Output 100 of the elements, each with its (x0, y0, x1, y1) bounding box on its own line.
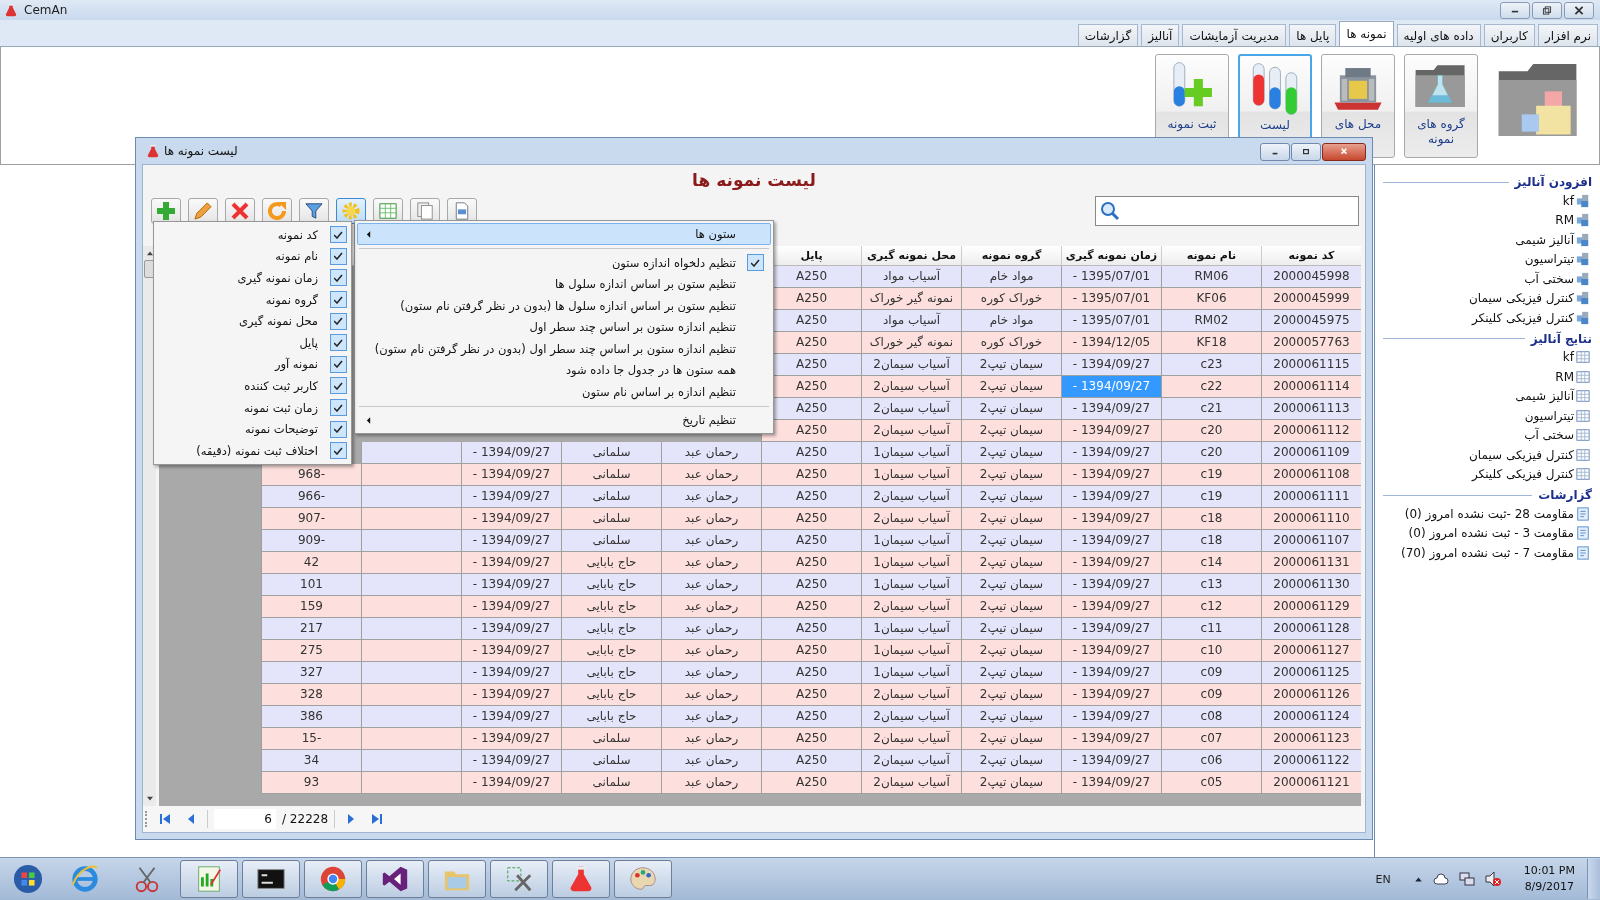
table-cell: سیمان تیپ2 (961, 463, 1061, 486)
table-cell: رحمان عبد (661, 771, 761, 794)
sidebar-link[interactable]: آنالیز شیمی (1383, 230, 1592, 250)
table-cell: حاج بابایی (561, 573, 661, 596)
table-cell: سلمانی (561, 507, 661, 530)
menu-item[interactable]: پایل (158, 331, 347, 354)
table-cell: - 1394/09/27 (461, 441, 561, 464)
menu-item[interactable]: اختلاف ثبت نمونه (دقیقه) (158, 439, 347, 462)
table-cell: c11 (1161, 617, 1261, 640)
table-cell: c23 (1161, 353, 1261, 376)
sidebar-link[interactable]: سختی آب (1383, 269, 1592, 289)
table-cell: رحمان عبد (661, 617, 761, 640)
sidebar-link[interactable]: kf (1383, 347, 1592, 367)
table-cell: سیمان تیپ2 (961, 573, 1061, 596)
table-cell: KF18 (1161, 331, 1261, 354)
table-cell: سلمانی (561, 463, 661, 486)
table-cell: آسیاب سیمان2 (861, 749, 961, 772)
table-cell: - 1394/09/27 (1061, 375, 1161, 398)
table-cell: آسیاب سیمان2 (861, 419, 961, 442)
tab[interactable]: پایل ها (1289, 24, 1337, 46)
table-cell: A250 (761, 441, 861, 464)
ribbon-button[interactable]: گروه های نمونه (1404, 54, 1478, 158)
clock-date[interactable]: 8/9/2017 (1524, 879, 1575, 895)
tab[interactable]: مدیریت آزمایشات (1182, 24, 1287, 46)
sidebar-link[interactable]: مقاومت 3 - ثبت نشده امروز (0) (1383, 523, 1592, 543)
tab[interactable]: کاربران (1483, 24, 1535, 46)
language-indicator[interactable]: EN (1375, 872, 1391, 886)
sidebar-link[interactable]: مقاومت 7 - ثبت نشده امروز (70) (1383, 543, 1592, 563)
sidebar-link[interactable]: آنالیز شیمی (1383, 386, 1592, 406)
table-cell: 2000045999 (1261, 287, 1361, 310)
sidebar-link[interactable]: RM (1383, 367, 1592, 387)
table-cell: - 1394/09/27 (1061, 749, 1161, 772)
menu-item[interactable]: کد نمونه (158, 224, 347, 246)
tab[interactable]: داده های اولیه (1396, 24, 1481, 46)
table-cell: - 1394/09/27 (461, 485, 561, 508)
table-cell: 2000061124 (1261, 705, 1361, 728)
sidebar-link[interactable]: تیتراسیون (1383, 406, 1592, 426)
table-cell: رحمان عبد (661, 463, 761, 486)
sidebar-link[interactable]: کنترل فیزیکی کلینکر (1383, 308, 1592, 328)
tab[interactable]: نمونه ها (1339, 21, 1394, 46)
table-cell: سیمان تیپ2 (961, 441, 1061, 464)
sidebar-link[interactable]: kf (1383, 191, 1592, 211)
tab[interactable]: گزارشات (1077, 24, 1139, 46)
column-header[interactable]: نام نمونه (1161, 245, 1261, 266)
table-cell: سیمان تیپ2 (961, 705, 1061, 728)
menu-item[interactable]: توضیحات نمونه (158, 418, 347, 440)
menu-item[interactable]: ستون ها (357, 223, 771, 245)
tab[interactable]: نرم افزار (1537, 24, 1598, 46)
table-cell: مواد خام (961, 265, 1061, 288)
table-cell: سیمان تیپ2 (961, 749, 1061, 772)
table-cell: c09 (1161, 683, 1261, 706)
table-cell: سیمان تیپ2 (961, 419, 1061, 442)
sidebar-link[interactable]: RM (1383, 210, 1592, 230)
column-header[interactable]: گروه نمونه (961, 245, 1061, 266)
menu-item[interactable]: کاربر ثبت کننده (158, 375, 347, 397)
table-cell: - 1394/09/27 (1061, 617, 1161, 640)
table-cell: 2000061110 (1261, 507, 1361, 530)
table-cell: - 1394/09/27 (1061, 463, 1161, 486)
table-cell: سیمان تیپ2 (961, 353, 1061, 376)
table-cell: سیمان تیپ2 (961, 771, 1061, 794)
section-title: افزودن آنالیز (1514, 175, 1592, 189)
page-number-field[interactable]: 6 (214, 809, 276, 829)
table-cell: A250 (761, 771, 861, 794)
sidebar-link[interactable]: سختی آب (1383, 425, 1592, 445)
column-header[interactable]: زمان نمونه گیری (1061, 245, 1161, 266)
table-cell: رحمان عبد (661, 661, 761, 684)
table-cell: - 1394/09/27 (461, 573, 561, 596)
menu-item[interactable]: محل نمونه گیری (158, 310, 347, 332)
table-cell: - 1394/09/27 (461, 727, 561, 750)
table-cell: سیمان تیپ2 (961, 639, 1061, 662)
table-cell: آسیاب سیمان2 (861, 595, 961, 618)
table-cell: - 1394/09/27 (461, 507, 561, 530)
table-cell: A250 (761, 507, 861, 530)
column-header[interactable]: کد نمونه (1261, 245, 1361, 266)
table-cell: A250 (761, 639, 861, 662)
sidebar-link[interactable]: کنترل فیزیکی سیمان (1383, 445, 1592, 465)
table-cell: سلمانی (561, 727, 661, 750)
table-cell: آسیاب سیمان1 (861, 529, 961, 552)
clock-time[interactable]: 10:01 PM (1523, 863, 1575, 879)
menu-item[interactable]: نام نمونه (158, 245, 347, 268)
table-cell: خوراک کوره (961, 331, 1061, 354)
column-header[interactable]: محل نمونه گیری (861, 245, 961, 266)
tab[interactable]: آنالیز (1141, 24, 1180, 46)
menu-item[interactable]: گروه نمونه (158, 288, 347, 311)
sidebar-link[interactable]: کنترل فیزیکی کلینکر (1383, 464, 1592, 484)
table-cell: رحمان عبد (661, 705, 761, 728)
sidebar-link[interactable]: تیتراسیون (1383, 249, 1592, 269)
menu-item[interactable]: زمان نمونه گیری (158, 267, 347, 289)
sidebar-link[interactable]: مقاومت 28 -ثبت نشده امروز (0) (1383, 504, 1592, 524)
table-cell: سیمان تیپ2 (961, 661, 1061, 684)
table-cell: آسیاب سیمان2 (861, 727, 961, 750)
table-cell: - 1394/09/27 (461, 771, 561, 794)
page-count: / 22228 (282, 812, 329, 826)
table-cell: حاج بابایی (561, 595, 661, 618)
menu-item[interactable]: نمونه آور (158, 353, 347, 376)
menu-item[interactable]: زمان ثبت نمونه (158, 396, 347, 419)
sidebar-link[interactable]: کنترل فیزیکی سیمان (1383, 288, 1592, 308)
table-cell: - 1395/07/01 (1061, 309, 1161, 332)
table-cell: 2000045975 (1261, 309, 1361, 332)
table-cell: A250 (761, 485, 861, 508)
